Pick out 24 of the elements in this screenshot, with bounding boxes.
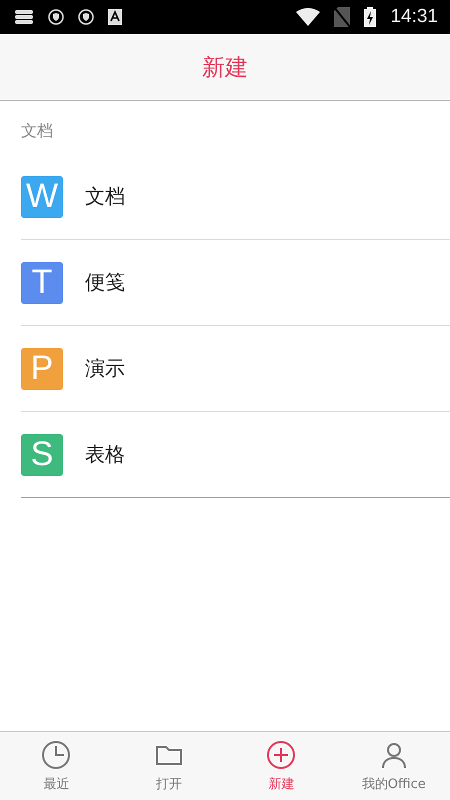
tab[interactable]: 打开 [112, 732, 225, 800]
wifi-icon [296, 8, 320, 26]
app-logo-icon: T [21, 262, 63, 304]
tab[interactable]: 最近 [0, 732, 112, 800]
section-label: 文档 [21, 121, 54, 142]
new-document-item[interactable]: P 演示 [21, 326, 450, 412]
shield-icon [48, 9, 64, 25]
shield-icon [78, 9, 94, 25]
plus-icon [266, 740, 296, 770]
battery-icon [364, 7, 376, 27]
clock-icon [41, 740, 72, 770]
new-document-item[interactable]: T 便笺 [21, 240, 450, 326]
app-logo-icon: W [21, 176, 63, 218]
tab[interactable]: 我的Office [338, 732, 450, 800]
app-logo-icon: P [21, 348, 63, 390]
font-icon [108, 9, 122, 25]
clock-time: 14:31 [390, 6, 438, 28]
new-document-item[interactable]: W 文档 [21, 154, 450, 240]
new-document-item[interactable]: S 表格 [21, 412, 450, 498]
page-title: 新建 [202, 54, 248, 82]
no-sim-icon [334, 7, 350, 27]
tab[interactable]: 新建 [225, 732, 338, 800]
storage-icon [14, 9, 34, 25]
app-logo-icon: S [21, 434, 63, 476]
